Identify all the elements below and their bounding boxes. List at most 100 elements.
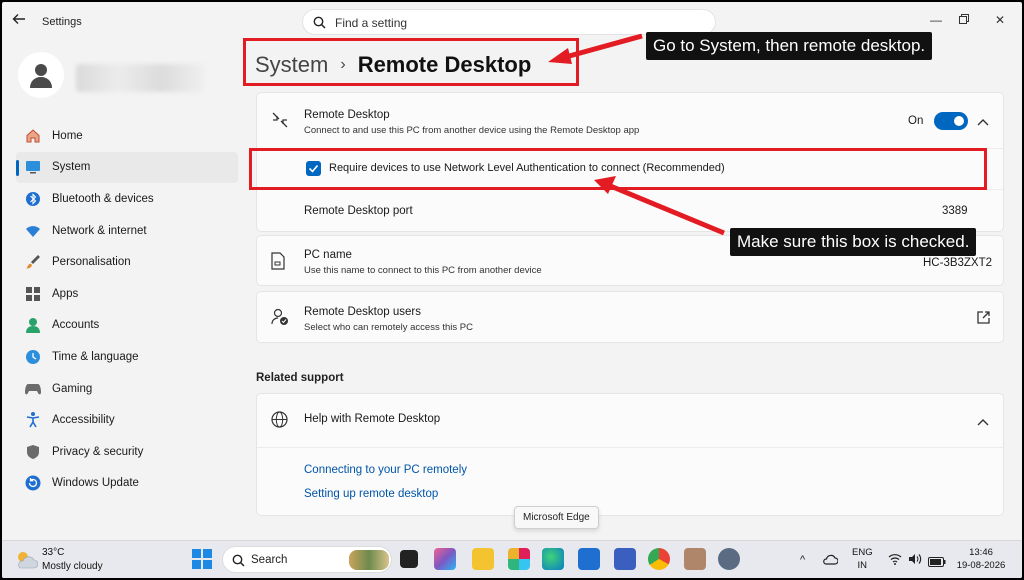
taskbar-search-label: Search bbox=[251, 554, 288, 566]
sidebar-item-label: Network & internet bbox=[52, 224, 147, 237]
chevron-up-icon[interactable] bbox=[977, 415, 989, 433]
users-icon bbox=[271, 308, 289, 331]
sidebar-item-label: Time & language bbox=[52, 350, 139, 363]
sidebar-item-label: Personalisation bbox=[52, 256, 131, 269]
app-icon[interactable] bbox=[684, 548, 706, 570]
globe-icon bbox=[271, 411, 288, 433]
sidebar-item-label: System bbox=[52, 161, 91, 174]
chevron-up-icon[interactable]: ^ bbox=[800, 554, 805, 566]
minimize-icon[interactable]: — bbox=[924, 11, 948, 29]
settings-window: Settings — ✕ Home System Bluetooth & dev… bbox=[2, 2, 1022, 578]
partly-cloudy-icon bbox=[18, 552, 38, 569]
sidebar-item-label: Home bbox=[52, 129, 83, 142]
wifi-icon bbox=[24, 222, 42, 240]
pc-name-title: PC name bbox=[304, 249, 352, 261]
volume-icon[interactable] bbox=[908, 552, 922, 570]
settings-gear-icon[interactable] bbox=[718, 548, 740, 570]
callout-go-to-system: Go to System, then remote desktop. bbox=[646, 32, 933, 60]
file-explorer-icon[interactable] bbox=[472, 548, 494, 570]
sidebar-item-network[interactable]: Network & internet bbox=[16, 215, 238, 247]
sidebar-item-label: Accessibility bbox=[52, 414, 115, 427]
taskbar-search[interactable]: Search bbox=[222, 546, 392, 573]
callout-box-checked: Make sure this box is checked. bbox=[730, 228, 977, 256]
clock-globe-icon bbox=[24, 348, 42, 366]
restore-icon[interactable] bbox=[952, 11, 976, 29]
sidebar-item-system[interactable]: System bbox=[16, 151, 238, 184]
help-title: Help with Remote Desktop bbox=[304, 413, 441, 425]
language-indicator[interactable]: ENG IN bbox=[852, 547, 873, 571]
battery-icon[interactable] bbox=[928, 554, 946, 572]
sidebar-item-privacy[interactable]: Privacy & security bbox=[16, 436, 238, 468]
taskbar: 33°C Mostly cloudy Search ^ ENG IN 13:46… bbox=[2, 540, 1022, 578]
wifi-icon[interactable] bbox=[888, 552, 902, 570]
remote-desktop-subtitle: Connect to and use this PC from another … bbox=[304, 125, 640, 136]
search-icon bbox=[313, 16, 326, 29]
sidebar-item-label: Gaming bbox=[52, 382, 93, 395]
apps-icon bbox=[24, 285, 42, 303]
back-arrow-icon[interactable] bbox=[12, 12, 30, 28]
clock[interactable]: 13:46 19-08-2026 bbox=[954, 547, 1008, 571]
search-highlight-image bbox=[349, 550, 389, 570]
link-connecting-remotely[interactable]: Connecting to your PC remotely bbox=[304, 464, 467, 476]
update-icon bbox=[24, 474, 42, 492]
cloud-icon[interactable] bbox=[822, 552, 839, 570]
search-icon bbox=[232, 554, 245, 567]
store-icon[interactable] bbox=[578, 548, 600, 570]
pc-name-value: HC-3B3ZXT2 bbox=[923, 257, 993, 269]
language-code: ENG bbox=[852, 547, 873, 558]
open-external-icon[interactable] bbox=[977, 311, 990, 329]
link-setting-up-remote-desktop[interactable]: Setting up remote desktop bbox=[304, 488, 438, 500]
remote-app-icon[interactable] bbox=[614, 548, 636, 570]
app-title: Settings bbox=[42, 16, 82, 28]
chrome-icon[interactable] bbox=[648, 548, 670, 570]
sidebar-nav: Home System Bluetooth & devices Network … bbox=[16, 120, 238, 499]
sidebar-item-accessibility[interactable]: Accessibility bbox=[16, 404, 238, 436]
windows-start-icon[interactable] bbox=[192, 549, 212, 574]
sidebar-item-accounts[interactable]: Accounts bbox=[16, 310, 238, 342]
sidebar-item-label: Privacy & security bbox=[52, 445, 144, 458]
accessibility-icon bbox=[24, 411, 42, 429]
accounts-icon bbox=[24, 316, 42, 334]
sidebar-item-bluetooth[interactable]: Bluetooth & devices bbox=[16, 183, 238, 215]
remote-desktop-toggle[interactable] bbox=[934, 112, 968, 130]
region-code: IN bbox=[857, 560, 868, 571]
sidebar-item-gaming[interactable]: Gaming bbox=[16, 373, 238, 405]
sidebar-item-home[interactable]: Home bbox=[16, 120, 238, 152]
remote-desktop-users-card[interactable]: Remote Desktop users Select who can remo… bbox=[256, 291, 1004, 343]
system-icon bbox=[24, 158, 42, 176]
users-subtitle: Select who can remotely access this PC bbox=[304, 322, 473, 333]
weather-condition: Mostly cloudy bbox=[42, 561, 103, 572]
port-label: Remote Desktop port bbox=[304, 205, 413, 217]
help-row[interactable]: Help with Remote Desktop bbox=[257, 394, 1003, 446]
remote-desktop-title: Remote Desktop bbox=[304, 109, 390, 121]
slack-icon[interactable] bbox=[508, 548, 530, 570]
task-view-icon[interactable] bbox=[400, 550, 418, 568]
sidebar-item-label: Apps bbox=[52, 287, 79, 300]
close-icon[interactable]: ✕ bbox=[988, 11, 1012, 29]
search-input[interactable] bbox=[335, 14, 695, 32]
chevron-up-icon[interactable] bbox=[977, 115, 989, 133]
sidebar-item-label: Windows Update bbox=[52, 477, 139, 490]
weather-temperature: 33°C bbox=[42, 547, 65, 558]
taskbar-tooltip: Microsoft Edge bbox=[514, 506, 599, 529]
home-icon bbox=[24, 127, 42, 145]
sidebar-item-time-language[interactable]: Time & language bbox=[16, 341, 238, 373]
brush-icon bbox=[24, 253, 42, 271]
sidebar-item-personalisation[interactable]: Personalisation bbox=[16, 246, 238, 278]
sidebar-item-label: Bluetooth & devices bbox=[52, 192, 154, 205]
remote-desktop-row[interactable]: Remote Desktop Connect to and use this P… bbox=[257, 93, 1003, 147]
annotation-box-breadcrumb bbox=[243, 38, 579, 86]
sidebar-item-windows-update[interactable]: Windows Update bbox=[16, 468, 238, 500]
document-icon bbox=[271, 252, 285, 275]
profile-name-blurred bbox=[76, 64, 204, 92]
port-value: 3389 bbox=[942, 205, 968, 217]
clock-date: 19-08-2026 bbox=[956, 560, 1006, 571]
port-row: Remote Desktop port 3389 bbox=[257, 190, 1003, 232]
copilot-icon[interactable] bbox=[434, 548, 456, 570]
bluetooth-icon bbox=[24, 190, 42, 208]
related-support-card: Help with Remote Desktop Connecting to y… bbox=[256, 393, 1004, 516]
edge-icon[interactable] bbox=[542, 548, 564, 570]
avatar[interactable] bbox=[18, 52, 64, 98]
sidebar-item-apps[interactable]: Apps bbox=[16, 278, 238, 310]
pc-name-subtitle: Use this name to connect to this PC from… bbox=[304, 265, 542, 276]
